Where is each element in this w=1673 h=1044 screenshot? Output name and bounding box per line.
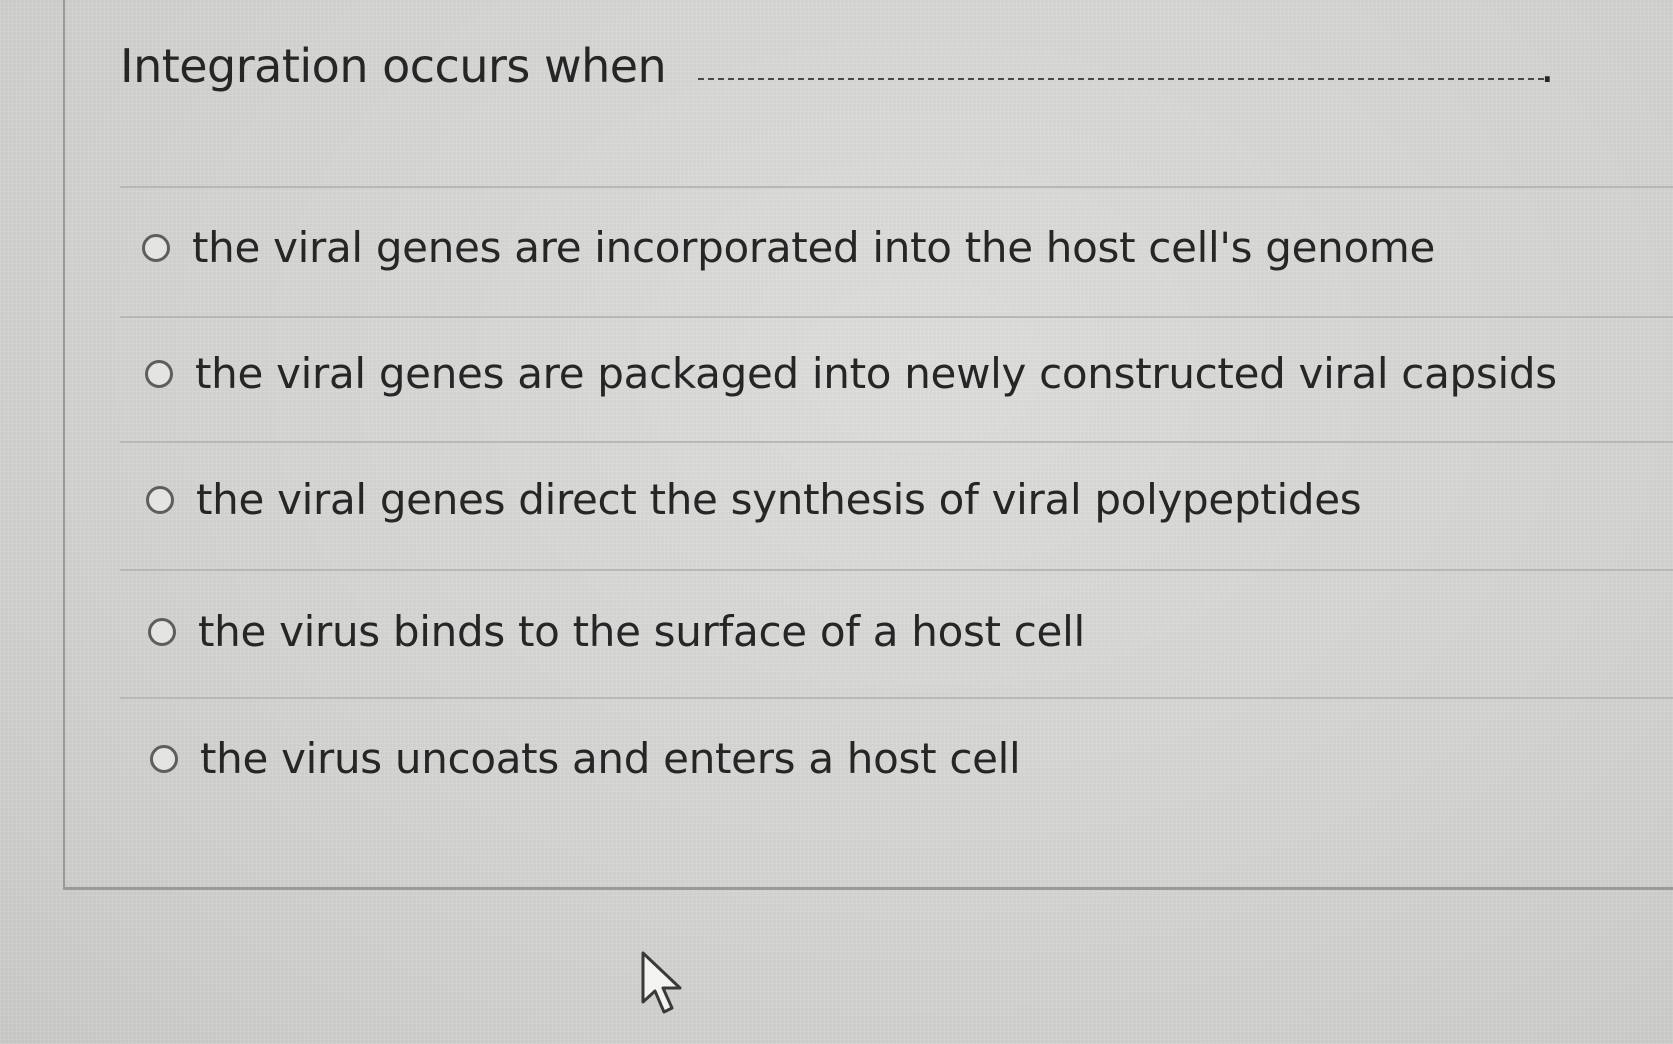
choice-option-5[interactable]: the virus uncoats and enters a host cell [150,729,1021,789]
choice-option-1[interactable]: the viral genes are incorporated into th… [142,218,1435,278]
choice-option-4[interactable]: the virus binds to the surface of a host… [148,602,1085,662]
radio-button-icon[interactable] [148,618,176,646]
divider [120,697,1673,699]
radio-button-icon[interactable] [142,234,170,262]
mouse-pointer-icon [641,951,682,1014]
divider [120,316,1673,318]
choice-option-3[interactable]: the viral genes direct the synthesis of … [146,470,1362,530]
radio-button-icon[interactable] [145,360,173,388]
question-panel: Integration occurs when . the viral gene… [0,0,1673,1044]
choice-label: the virus binds to the surface of a host… [198,607,1085,656]
panel-left-border [63,0,65,890]
choice-label: the virus uncoats and enters a host cell [200,734,1021,783]
divider [120,441,1673,443]
choice-label: the viral genes are incorporated into th… [192,223,1436,272]
panel-bottom-border [63,887,1673,890]
answer-blank [698,78,1544,80]
choice-label: the viral genes are packaged into newly … [195,349,1557,398]
choice-label: the viral genes direct the synthesis of … [196,475,1362,524]
divider [120,186,1673,188]
divider [120,569,1673,571]
question-stem: Integration occurs when [120,39,667,93]
choice-option-2[interactable]: the viral genes are packaged into newly … [145,344,1557,404]
radio-button-icon[interactable] [150,745,178,773]
radio-button-icon[interactable] [146,486,174,514]
question-period: . [1540,39,1555,93]
